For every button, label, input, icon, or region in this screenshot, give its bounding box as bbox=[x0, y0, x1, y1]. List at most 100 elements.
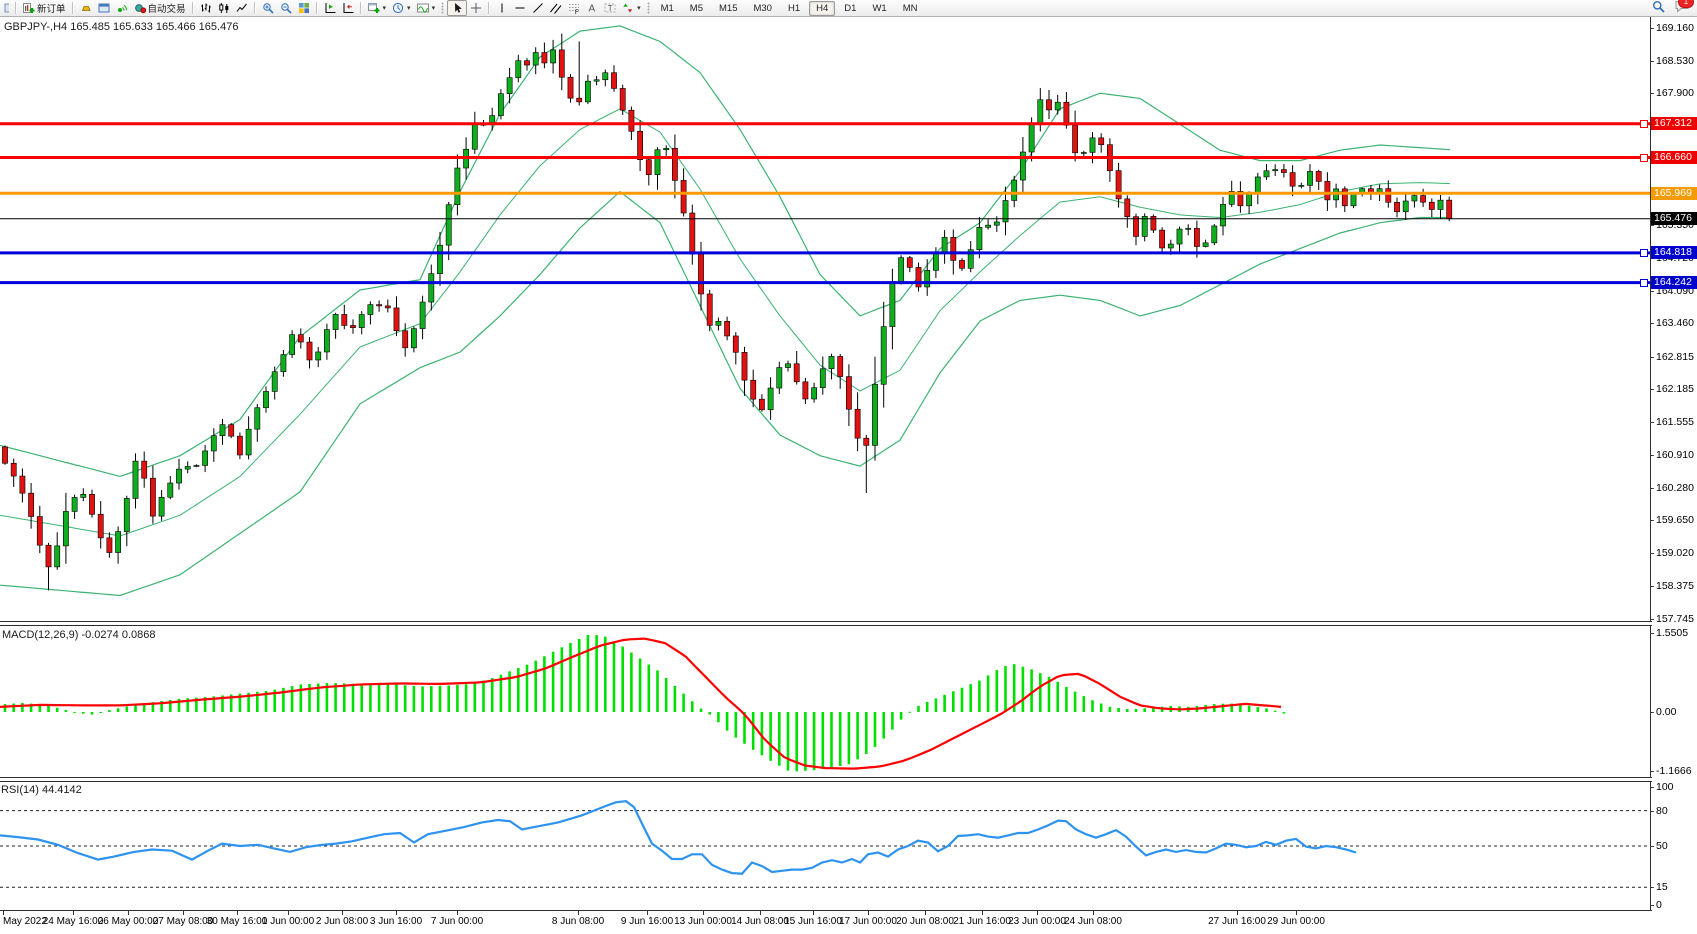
time-label: 27 May 08:00 bbox=[153, 916, 214, 927]
toolbar-separator bbox=[360, 2, 362, 14]
timeframe-m15[interactable]: M15 bbox=[712, 1, 744, 16]
time-label: 2 Jun 08:00 bbox=[316, 916, 368, 927]
periods-button[interactable]: ▾ bbox=[389, 1, 414, 15]
time-tick bbox=[578, 911, 579, 915]
crosshair-button[interactable] bbox=[467, 1, 485, 15]
time-tick bbox=[237, 911, 238, 915]
new-chart-button[interactable]: ▾ bbox=[365, 1, 390, 15]
time-tick bbox=[342, 911, 343, 915]
new-order-icon bbox=[23, 2, 35, 14]
hline-handle[interactable] bbox=[1640, 154, 1648, 162]
time-tick bbox=[1037, 911, 1038, 915]
time-tick bbox=[73, 911, 74, 915]
new-order-button[interactable]: 新订单 bbox=[20, 1, 69, 15]
new-order-button-label: 新订单 bbox=[37, 1, 66, 15]
timeframe-m30[interactable]: M30 bbox=[746, 1, 778, 16]
hline-handle[interactable] bbox=[1640, 249, 1648, 257]
tile-windows-button[interactable] bbox=[295, 1, 313, 15]
time-tick bbox=[288, 911, 289, 915]
hline-handle[interactable] bbox=[1640, 120, 1648, 128]
rsi-tick-label: 100 bbox=[1656, 781, 1697, 793]
history-center-button[interactable] bbox=[77, 1, 95, 15]
zoom-in-button[interactable] bbox=[259, 1, 277, 15]
cursor-button[interactable] bbox=[447, 0, 467, 16]
time-label: 20 Jun 08:00 bbox=[896, 916, 954, 927]
time-tick bbox=[1296, 911, 1297, 915]
text-label-button[interactable]: T bbox=[601, 1, 619, 15]
time-label: 23 Jun 00:00 bbox=[1008, 916, 1066, 927]
timeframe-d1[interactable]: D1 bbox=[837, 1, 863, 16]
arrows-button[interactable]: ▾ bbox=[619, 1, 644, 15]
price-tick-label: 160.280 bbox=[1656, 482, 1697, 494]
vertical-line-button[interactable] bbox=[493, 1, 511, 15]
pane-divider-macd[interactable] bbox=[0, 621, 1652, 626]
candles-layer bbox=[2, 34, 1451, 591]
time-label: 15 Jun 16:00 bbox=[784, 916, 842, 927]
auto-trading-button[interactable]: 自动交易 bbox=[131, 1, 189, 15]
price-tick-label: 159.020 bbox=[1656, 547, 1697, 559]
horizontal-line-button[interactable] bbox=[511, 1, 529, 15]
time-label: May 2022 bbox=[3, 916, 47, 927]
rsi-label: RSI(14) 44.4142 bbox=[1, 784, 82, 796]
timeframe-w1[interactable]: W1 bbox=[865, 1, 893, 16]
timeframe-mn[interactable]: MN bbox=[896, 1, 925, 16]
time-label: 13 Jun 00:00 bbox=[674, 916, 732, 927]
time-tick bbox=[457, 911, 458, 915]
notifications-button[interactable]: 1 bbox=[1675, 0, 1689, 16]
toolbar-group-handle[interactable] bbox=[647, 2, 650, 14]
new-chart-icon bbox=[368, 2, 380, 14]
chevron-down-icon[interactable]: ▾ bbox=[407, 4, 411, 12]
auto-scroll-button[interactable] bbox=[339, 1, 357, 15]
zoom-out-button[interactable] bbox=[277, 1, 295, 15]
symbol-title: GBPJPY-,H4 165.485 165.633 165.466 165.4… bbox=[4, 21, 238, 33]
partial-toolbar-icon bbox=[0, 1, 12, 15]
price-badge: 164.818 bbox=[1651, 246, 1697, 259]
macd-tick-label: -1.1666 bbox=[1656, 765, 1697, 777]
search-icon[interactable] bbox=[1652, 0, 1665, 16]
scroll-icon bbox=[342, 2, 354, 14]
text-button[interactable]: A bbox=[583, 1, 601, 15]
indicators-button[interactable]: ▾ bbox=[414, 1, 439, 15]
toolbar-separator bbox=[488, 2, 490, 14]
toolbar-separator bbox=[192, 2, 194, 14]
timeframe-h4[interactable]: H4 bbox=[809, 1, 835, 16]
bar-chart-mode-button[interactable] bbox=[197, 1, 215, 15]
time-tick bbox=[396, 911, 397, 915]
chevron-down-icon[interactable]: ▾ bbox=[383, 4, 387, 12]
chart-shift-button[interactable] bbox=[321, 1, 339, 15]
macd-pane bbox=[0, 635, 1285, 771]
time-label: 9 Jun 16:00 bbox=[621, 916, 673, 927]
timeframe-h1[interactable]: H1 bbox=[781, 1, 807, 16]
chevron-down-icon[interactable]: ▾ bbox=[637, 4, 641, 12]
price-badge: 165.969 bbox=[1651, 187, 1697, 200]
market-watch-button[interactable] bbox=[95, 1, 113, 15]
partial-icon bbox=[3, 2, 9, 14]
timeframe-group: M1M5M15M30H1H4D1W1MN bbox=[653, 1, 926, 16]
price-tick-label: 160.910 bbox=[1656, 449, 1697, 461]
time-label: 1 Jun 00:00 bbox=[262, 916, 314, 927]
hline-handle[interactable] bbox=[1640, 279, 1648, 287]
toolbar-group-handle[interactable] bbox=[441, 2, 444, 14]
time-label: 8 Jun 08:00 bbox=[552, 916, 604, 927]
timeframe-m1[interactable]: M1 bbox=[654, 1, 681, 16]
candlestick-mode-button[interactable] bbox=[215, 1, 233, 15]
time-tick bbox=[982, 911, 983, 915]
trendline-button[interactable] bbox=[529, 1, 547, 15]
zoom-out-icon bbox=[280, 2, 292, 14]
chevron-down-icon[interactable]: ▾ bbox=[432, 4, 436, 12]
timeframe-m5[interactable]: M5 bbox=[683, 1, 710, 16]
mt4-window: 新订单 自动交易 ▾ ▾ ▾ FAT ▾ M1M5M15M30H1H4D1W1MN 1 GBPJ… bbox=[0, 0, 1697, 934]
signal-icon bbox=[116, 2, 128, 14]
time-tick bbox=[183, 911, 184, 915]
line-chart-mode-button[interactable] bbox=[233, 1, 251, 15]
pane-divider-rsi[interactable] bbox=[0, 777, 1652, 782]
notification-badge: 1 bbox=[1678, 0, 1694, 8]
chart-canvas[interactable] bbox=[0, 0, 1697, 934]
signals-button[interactable] bbox=[113, 1, 131, 15]
fibonacci-button[interactable]: F bbox=[565, 1, 583, 15]
price-tick-label: 159.650 bbox=[1656, 514, 1697, 526]
channel-icon bbox=[550, 2, 562, 14]
channel-button[interactable] bbox=[547, 1, 565, 15]
bollinger-upper-line bbox=[0, 26, 1450, 477]
main-pane bbox=[0, 26, 1452, 596]
